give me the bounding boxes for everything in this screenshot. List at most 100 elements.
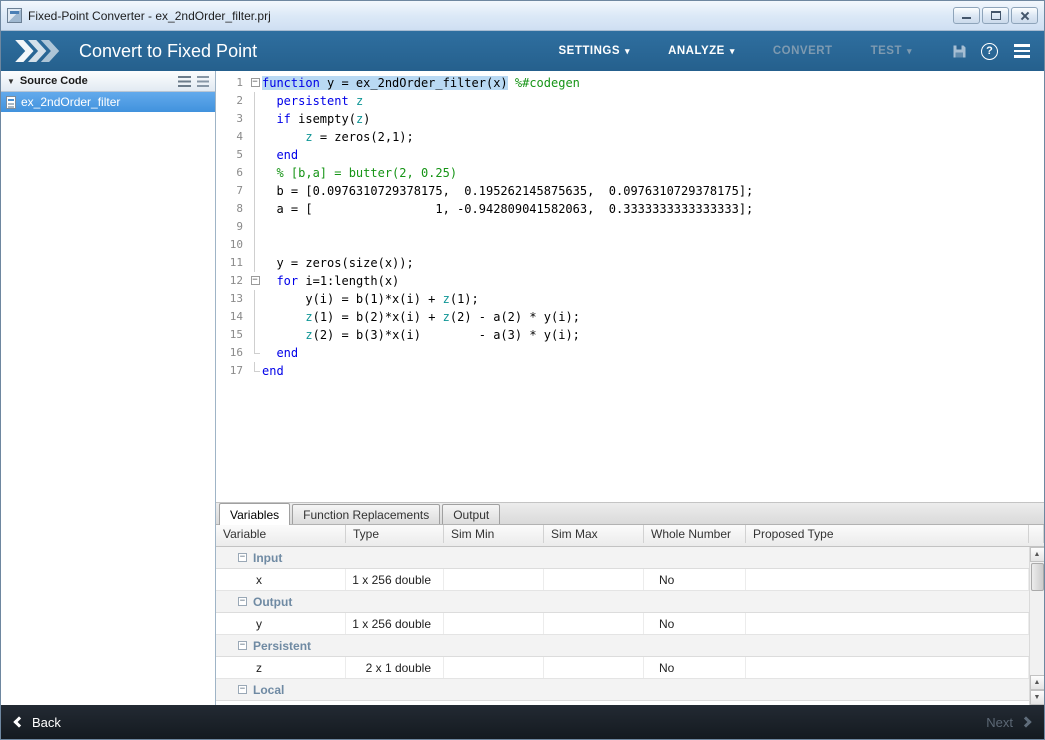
tab-output[interactable]: Output [442,504,500,524]
sidebar-header-label: Source Code [20,75,88,87]
cell-variable: x [216,569,346,590]
menu-settings[interactable]: SETTINGS ▾ [559,45,631,57]
code-text: end [262,146,298,164]
column-header-proposed-type[interactable]: Proposed Type [746,525,1029,543]
line-number: 9 [216,218,248,236]
chevron-down-icon: ▼ [7,77,15,86]
menu-analyze[interactable]: ANALYZE▾ [668,45,735,57]
code-editor[interactable]: 1−function y = ex_2ndOrder_filter(x) %#c… [216,71,1044,503]
window-buttons [953,7,1038,24]
line-number: 2 [216,92,248,110]
code-line[interactable]: 17end [216,362,1044,380]
code-text: y = zeros(size(x)); [262,254,414,272]
save-icon [952,44,967,59]
menu-label: SETTINGS [559,45,621,57]
sidebar-item-ex_2ndorder_filter[interactable]: ex_2ndOrder_filter [1,92,215,112]
code-line[interactable]: 2 persistent z [216,92,1044,110]
line-number: 7 [216,182,248,200]
toolstrip: Convert to Fixed Point SETTINGS▾ANALYZE▾… [1,31,1044,71]
code-text: end [262,344,298,362]
code-line[interactable]: 13 y(i) = b(1)*x(i) + z(1); [216,290,1044,308]
collapse-icon[interactable]: − [238,685,247,694]
column-header-type[interactable]: Type [346,525,444,543]
table-body: −Inputx1 x 256 doubleNo−Outputy1 x 256 d… [216,547,1044,705]
code-text: for i=1:length(x) [262,272,399,290]
fold-gutter [248,92,262,110]
table-row[interactable]: y1 x 256 doubleNo [216,613,1029,635]
code-line[interactable]: 16 end [216,344,1044,362]
code-line[interactable]: 10 [216,236,1044,254]
tree-view-icon[interactable] [197,76,209,87]
collapse-icon[interactable]: − [238,553,247,562]
fold-minus-icon: − [251,78,260,87]
fold-gutter [248,344,262,362]
group-row-persistent[interactable]: −Persistent [216,635,1029,657]
code-line[interactable]: 1−function y = ex_2ndOrder_filter(x) %#c… [216,74,1044,92]
source-code-header[interactable]: ▼ Source Code [1,71,215,92]
group-row-local[interactable]: −Local [216,679,1029,701]
code-line[interactable]: 12− for i=1:length(x) [216,272,1044,290]
code-line[interactable]: 4 z = zeros(2,1); [216,128,1044,146]
close-icon [1020,11,1030,21]
collapse-icon[interactable]: − [238,597,247,606]
chevron-down-icon: ▾ [625,46,630,57]
fold-gutter [248,182,262,200]
column-header-whole-number[interactable]: Whole Number [644,525,746,543]
code-line[interactable]: 6 % [b,a] = butter(2, 0.25) [216,164,1044,182]
cell-sim-min [444,613,544,634]
list-view-icon[interactable] [178,76,191,87]
line-number: 1 [216,74,248,92]
vertical-scrollbar[interactable]: ▲ ▲ ▼ [1029,547,1044,705]
column-header-sim-min[interactable]: Sim Min [444,525,544,543]
code-text: a = [ 1, -0.942809041582063, 0.333333333… [262,200,753,218]
code-line[interactable]: 15 z(2) = b(3)*x(i) - a(3) * y(i); [216,326,1044,344]
tab-function-replacements[interactable]: Function Replacements [292,504,440,524]
cell-sim-max [544,613,644,634]
code-line[interactable]: 8 a = [ 1, -0.942809041582063, 0.3333333… [216,200,1044,218]
column-header-variable[interactable]: Variable [216,525,346,543]
cell-sim-min [444,569,544,590]
close-button[interactable] [1011,7,1038,24]
code-line[interactable]: 9 [216,218,1044,236]
chevron-down-icon: ▾ [907,46,912,57]
group-label: Local [253,683,284,697]
scrollbar-thumb[interactable] [1031,563,1044,591]
fold-gutter [248,146,262,164]
scroll-up-step-button[interactable]: ▲ [1030,675,1045,690]
fold-gutter [248,362,262,380]
minimize-button[interactable] [953,7,980,24]
scrollbar-corner [216,543,346,547]
cell-variable: y [216,613,346,634]
code-line[interactable]: 14 z(1) = b(2)*x(i) + z(2) - a(2) * y(i)… [216,308,1044,326]
menu-convert: CONVERT [773,45,833,57]
line-number: 8 [216,200,248,218]
table-row[interactable]: x1 x 256 doubleNo [216,569,1029,591]
fold-toggle[interactable]: − [248,74,262,92]
panel-tabs: VariablesFunction ReplacementsOutput [216,503,1044,525]
fold-toggle[interactable]: − [248,272,262,290]
code-line[interactable]: 11 y = zeros(size(x)); [216,254,1044,272]
scroll-up-button[interactable]: ▲ [1030,547,1045,562]
column-header-sim-max[interactable]: Sim Max [544,525,644,543]
code-line[interactable]: 5 end [216,146,1044,164]
file-icon [6,96,16,109]
cell-sim-max [544,569,644,590]
line-number: 14 [216,308,248,326]
help-button[interactable]: ? [981,43,998,60]
cell-sim-min [444,657,544,678]
layout-menu-button[interactable] [1012,42,1032,60]
scroll-down-button[interactable]: ▼ [1030,690,1045,705]
fold-gutter [248,326,262,344]
code-line[interactable]: 3 if isempty(z) [216,110,1044,128]
code-text: function y = ex_2ndOrder_filter(x) %#cod… [262,74,580,92]
main-area: ▼ Source Code ex_2ndOrder_filter 1−funct… [1,71,1044,705]
table-row[interactable]: z2 x 1 doubleNo [216,657,1029,679]
collapse-icon[interactable]: − [238,641,247,650]
tab-variables[interactable]: Variables [219,503,290,525]
maximize-button[interactable] [982,7,1009,24]
group-row-input[interactable]: −Input [216,547,1029,569]
code-line[interactable]: 7 b = [0.0976310729378175, 0.19526214587… [216,182,1044,200]
back-button[interactable]: Back [15,715,61,730]
group-row-output[interactable]: −Output [216,591,1029,613]
chevron-down-icon: ▾ [730,46,735,57]
